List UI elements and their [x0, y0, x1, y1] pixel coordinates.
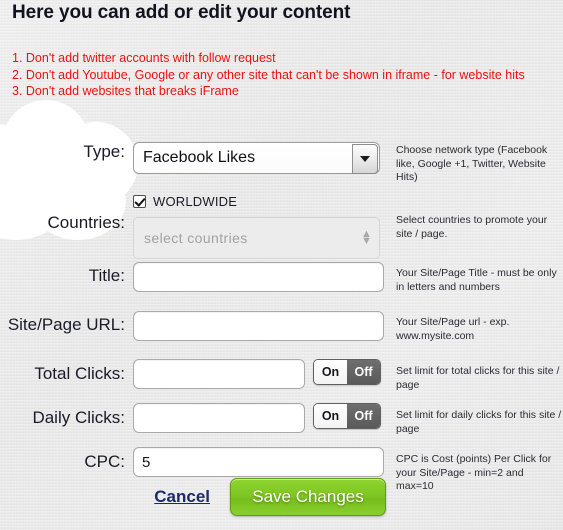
site-url-field: [133, 311, 388, 341]
type-field: Facebook Likes: [133, 142, 388, 174]
site-url-input[interactable]: [133, 311, 384, 341]
form-actions: Cancel Save Changes: [0, 478, 563, 516]
cpc-field: [133, 447, 388, 477]
cpc-label: CPC:: [84, 452, 125, 471]
daily-clicks-toggle[interactable]: On Off: [313, 403, 381, 429]
page-title: Here you can add or edit your content: [12, 2, 351, 23]
worldwide-checkbox[interactable]: [133, 195, 146, 208]
save-changes-button[interactable]: Save Changes: [230, 478, 386, 516]
title-input[interactable]: [133, 262, 384, 292]
type-select[interactable]: Facebook Likes: [133, 142, 380, 174]
notice-item-3: 3. Don't add websites that breaks iFrame: [12, 84, 239, 98]
form-row-title: Title: Your Site/Page Title - must be on…: [0, 262, 563, 311]
worldwide-checkbox-row[interactable]: WORLDWIDE: [133, 192, 388, 211]
updown-arrows-icon[interactable]: ▲ ▼: [361, 229, 372, 247]
title-field: [133, 262, 388, 292]
chevron-down-icon[interactable]: [352, 144, 378, 174]
title-help-text: Your Site/Page Title - must be only in l…: [396, 267, 557, 293]
worldwide-label: WORLDWIDE: [153, 194, 238, 209]
countries-placeholder: select countries: [144, 230, 248, 246]
notice-item-2: 2. Don't add Youtube, Google or any othe…: [12, 67, 525, 82]
daily-clicks-field: On Off: [133, 403, 388, 433]
daily-clicks-input[interactable]: [133, 403, 305, 433]
countries-label: Countries:: [47, 213, 125, 232]
daily-clicks-label: Daily Clicks:: [32, 408, 125, 427]
cancel-link[interactable]: Cancel: [0, 487, 230, 507]
total-clicks-input[interactable]: [133, 359, 305, 389]
type-select-value: Facebook Likes: [133, 142, 380, 174]
site-url-help-text: Your Site/Page url - exp. www.mysite.com: [396, 316, 510, 342]
notice-item-1: 1. Don't add twitter accounts with follo…: [12, 51, 276, 65]
form-row-daily-clicks: Daily Clicks: On Off Set limit for daily…: [0, 403, 563, 447]
total-clicks-toggle-on[interactable]: On: [314, 360, 347, 384]
form-row-countries: Countries: WORLDWIDE select countries ▲ ▼…: [0, 192, 563, 262]
countries-multiselect[interactable]: select countries ▲ ▼: [133, 217, 380, 259]
total-clicks-help-text: Set limit for total clicks for this site…: [396, 365, 560, 391]
title-label: Title:: [88, 266, 125, 285]
form-row-total-clicks: Total Clicks: On Off Set limit for total…: [0, 359, 563, 403]
countries-help-text: Select countries to promote your site / …: [396, 214, 548, 240]
form-row-type: Type: Facebook Likes Choose network type…: [0, 142, 563, 192]
total-clicks-label: Total Clicks:: [34, 364, 125, 383]
type-help-text: Choose network type (Facebook like, Goog…: [396, 144, 548, 183]
countries-field: WORLDWIDE select countries ▲ ▼: [133, 192, 388, 259]
notices-list: 1. Don't add twitter accounts with follo…: [12, 50, 552, 100]
total-clicks-toggle[interactable]: On Off: [313, 359, 381, 385]
cpc-input[interactable]: [133, 447, 384, 477]
form-row-site-url: Site/Page URL: Your Site/Page url - exp.…: [0, 311, 563, 359]
total-clicks-toggle-off[interactable]: Off: [347, 360, 380, 384]
type-label: Type:: [83, 142, 125, 161]
site-url-label: Site/Page URL:: [7, 315, 125, 334]
daily-clicks-toggle-on[interactable]: On: [314, 404, 347, 428]
daily-clicks-help-text: Set limit for daily clicks for this site…: [396, 409, 562, 435]
total-clicks-field: On Off: [133, 359, 388, 389]
daily-clicks-toggle-off[interactable]: Off: [347, 404, 380, 428]
content-form: Type: Facebook Likes Choose network type…: [0, 142, 563, 492]
